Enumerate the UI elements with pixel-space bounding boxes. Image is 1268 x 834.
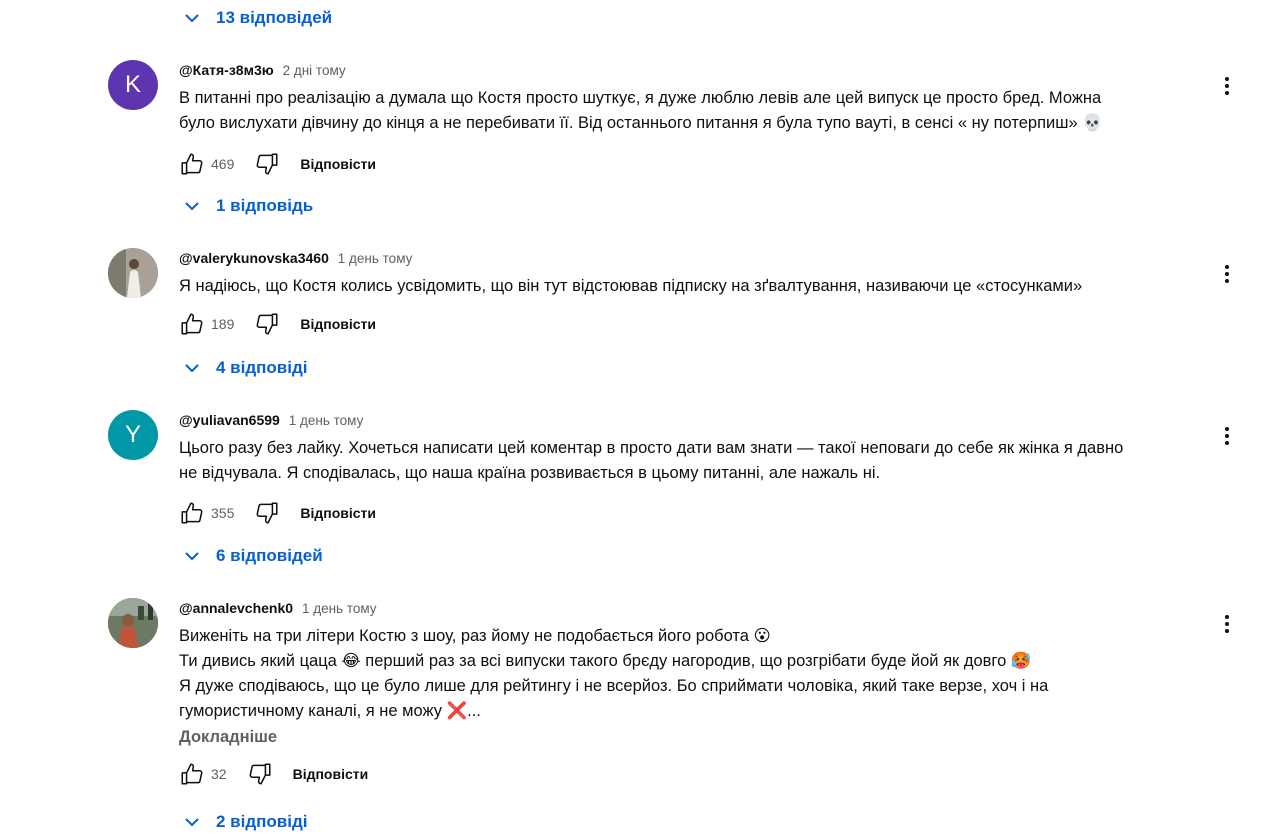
comment-text-line: Я надіюсь, що Костя колись усвідомить, щ…	[179, 277, 1083, 295]
more-actions-icon[interactable]	[1220, 262, 1234, 286]
avatar[interactable]: Y	[108, 410, 158, 460]
comment-text: Цього разу без лайку. Хочеться написати …	[179, 436, 1209, 486]
comment-text-line: В питанні про реалізацію а думала що Кос…	[179, 89, 1102, 107]
chevron-down-icon	[185, 364, 199, 373]
replies-toggle[interactable]: 1 відповідь	[180, 194, 313, 218]
more-actions-icon[interactable]	[1220, 424, 1234, 448]
replies-toggle[interactable]: 2 відповіді	[180, 810, 307, 834]
comment-text: В питанні про реалізацію а думала що Кос…	[179, 86, 1209, 136]
comment-author[interactable]: @valerykunovska3460	[179, 250, 329, 266]
replies-toggle[interactable]: 4 відповіді	[180, 356, 307, 380]
avatar[interactable]: K	[108, 60, 158, 110]
avatar[interactable]	[108, 248, 158, 298]
reply-button[interactable]: Відповісти	[293, 766, 369, 782]
like-count: 189	[211, 316, 235, 332]
comment-item: Y @yuliavan6599 1 день тому Цього разу б…	[108, 410, 1248, 540]
comment-actions: 469 Відповісти	[179, 149, 1209, 179]
more-actions-icon[interactable]	[1220, 74, 1234, 98]
comment-item: @annalevchenk0 1 день тому Виженіть на т…	[108, 598, 1248, 798]
replies-toggle-previous[interactable]: 13 відповідей	[180, 6, 332, 30]
replies-count-label: 4 відповіді	[216, 358, 308, 377]
chevron-down-icon	[185, 14, 199, 23]
comment-actions: 355 Відповісти	[179, 498, 1209, 528]
replies-count-label: 13 відповідей	[216, 8, 333, 27]
comment-actions: 32 Відповісти	[179, 759, 1209, 789]
like-count: 469	[211, 156, 235, 172]
thumbs-down-icon[interactable]	[254, 500, 280, 526]
comment-author[interactable]: @annalevchenk0	[179, 600, 293, 616]
comment-text-line: Я дуже сподіваюсь, що це було лише для р…	[179, 677, 1049, 695]
replies-count-label: 1 відповідь	[216, 196, 314, 215]
comment-text-line: не відчувала. Я сподівалась, що наша кра…	[179, 464, 881, 482]
avatar-photo-icon	[108, 598, 158, 648]
thumbs-up-icon[interactable]	[179, 500, 205, 526]
thumbs-down-icon[interactable]	[254, 311, 280, 337]
comment-item: @valerykunovska3460 1 день тому Я надіюс…	[108, 248, 1248, 358]
comment-time[interactable]: 1 день тому	[302, 601, 377, 616]
thumbs-down-icon[interactable]	[247, 761, 273, 787]
comment-text-line: Цього разу без лайку. Хочеться написати …	[179, 439, 1124, 457]
avatar-letter: K	[124, 71, 141, 98]
replies-count-label: 2 відповіді	[216, 812, 308, 831]
avatar-letter: Y	[124, 421, 141, 448]
chevron-down-icon	[185, 202, 199, 211]
more-actions-icon[interactable]	[1220, 612, 1234, 636]
comment-time[interactable]: 1 день тому	[289, 413, 364, 428]
thumbs-up-icon[interactable]	[179, 151, 205, 177]
comment-time[interactable]: 1 день тому	[338, 251, 413, 266]
reply-button[interactable]: Відповісти	[300, 505, 376, 521]
chevron-down-icon	[185, 552, 199, 561]
chevron-down-icon	[185, 818, 199, 827]
comment-text: Виженіть на три літери Костю з шоу, раз …	[179, 624, 1209, 724]
comment-author[interactable]: @Катя-з8м3ю	[179, 62, 274, 78]
comment-author[interactable]: @yuliavan6599	[179, 412, 280, 428]
thumbs-down-icon[interactable]	[254, 151, 280, 177]
comment-text-line: Виженіть на три літери Костю з шоу, раз …	[179, 627, 771, 645]
comment-time[interactable]: 2 дні тому	[283, 63, 346, 78]
avatar[interactable]	[108, 598, 158, 648]
reply-button[interactable]: Відповісти	[300, 156, 376, 172]
comment-text-line: гумористичному каналі, я не можу ❌...	[179, 702, 481, 720]
read-more-button[interactable]: Докладніше	[179, 728, 1209, 747]
comment-text-line: було вислухати дівчину до кінця а не пер…	[179, 114, 1103, 132]
replies-toggle[interactable]: 6 відповідей	[180, 544, 323, 568]
like-count: 32	[211, 766, 227, 782]
comment-text-line: Ти дивись який цаца 😂 перший раз за всі …	[179, 652, 1032, 670]
comment-actions: 189 Відповісти	[179, 309, 1209, 339]
thumbs-up-icon[interactable]	[179, 311, 205, 337]
comment-text: Я надіюсь, що Костя колись усвідомить, щ…	[179, 274, 1209, 299]
reply-button[interactable]: Відповісти	[300, 316, 376, 332]
avatar-photo-icon	[108, 248, 158, 298]
like-count: 355	[211, 505, 235, 521]
replies-count-label: 6 відповідей	[216, 546, 323, 565]
thumbs-up-icon[interactable]	[179, 761, 205, 787]
